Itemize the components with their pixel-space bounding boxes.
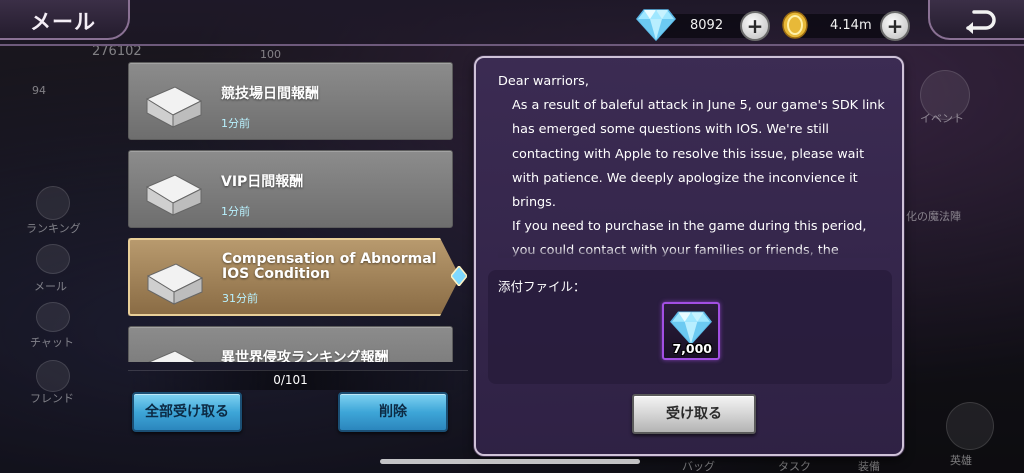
bg-power: 276102 [92, 44, 142, 59]
mail-item[interactable]: VIP日間報酬 1分前 [128, 150, 453, 228]
bg-mail-icon [36, 244, 70, 274]
add-gold-button[interactable]: + [880, 11, 910, 41]
attachment-label: 添付ファイル： [498, 279, 586, 294]
delete-button[interactable]: 削除 [338, 392, 448, 432]
gold-count: 4.14m [830, 18, 872, 33]
mail-count: 0/101 [273, 373, 308, 387]
mail-title: Compensation of Abnormal IOS Condition [222, 251, 437, 282]
mail-time: 31分前 [222, 292, 258, 305]
mail-item[interactable]: 異世界侵攻ランキング報酬 [128, 326, 453, 362]
bg-label-ranking: ランキング [26, 222, 81, 235]
mail-list[interactable]: 競技場日間報酬 1分前 VIP日間報酬 1分前 Compensation of … [128, 62, 468, 362]
mail-item-selected[interactable]: Compensation of Abnormal IOS Condition 3… [128, 238, 460, 316]
mail-title: VIP日間報酬 [221, 174, 304, 190]
message-body[interactable]: Dear warriors, As a result of baleful at… [498, 70, 890, 258]
message-greeting: Dear warriors, [498, 74, 589, 89]
bg-chat-icon [36, 302, 70, 332]
attachment-item[interactable]: 7,000 [662, 302, 720, 360]
message-paragraph: If you need to purchase in the game duri… [512, 219, 867, 258]
envelope-icon [146, 263, 204, 305]
envelope-icon [145, 86, 203, 128]
bg-label-friend: フレンド [30, 392, 74, 405]
message-paragraph: As a result of baleful attack in June 5,… [512, 98, 885, 211]
bg-banner: 化の魔法陣 [906, 210, 961, 223]
attachment-quantity: 7,000 [672, 341, 712, 356]
back-arrow-icon [966, 10, 996, 34]
bg-label-bag: バッグ [682, 460, 715, 473]
envelope-icon [148, 350, 197, 362]
bg-hero-icon [946, 402, 994, 450]
back-button[interactable] [928, 0, 1024, 40]
mail-count-bar: 0/101 [128, 370, 468, 390]
add-gems-button[interactable]: + [740, 11, 770, 41]
claim-all-button[interactable]: 全部受け取る [132, 392, 242, 432]
bg-level: 94 [32, 84, 46, 97]
bg-label-equip: 装備 [858, 460, 880, 473]
bg-label-mail: メール [34, 280, 67, 293]
bg-label-event: イベント [920, 112, 964, 125]
mail-time: 1分前 [221, 117, 250, 130]
mail-item[interactable]: 競技場日間報酬 1分前 [128, 62, 453, 140]
gem-count: 8092 [690, 18, 724, 33]
envelope-icon [145, 174, 203, 216]
page-title: メール [30, 10, 96, 34]
mail-title: 競技場日間報酬 [221, 86, 319, 102]
mail-title: 異世界侵攻ランキング報酬 [221, 350, 389, 362]
diamond-icon [636, 9, 676, 42]
home-indicator [380, 459, 640, 464]
bg-badge-count: 100 [260, 48, 281, 61]
bg-label-task: タスク [778, 460, 811, 473]
bg-label-hero: 英雄 [950, 454, 972, 467]
mail-detail-panel: Dear warriors, As a result of baleful at… [474, 56, 904, 456]
receive-button[interactable]: 受け取る [632, 394, 756, 434]
bg-ranking-icon [36, 186, 70, 220]
selection-marker-icon [451, 266, 467, 286]
bg-friend-icon [36, 360, 70, 392]
attachment-box: 添付ファイル： 7,000 [488, 270, 892, 384]
mail-time: 1分前 [221, 205, 250, 218]
coin-icon [782, 11, 808, 39]
title-plate: メール [0, 0, 130, 40]
bg-label-chat: チャット [30, 336, 74, 349]
